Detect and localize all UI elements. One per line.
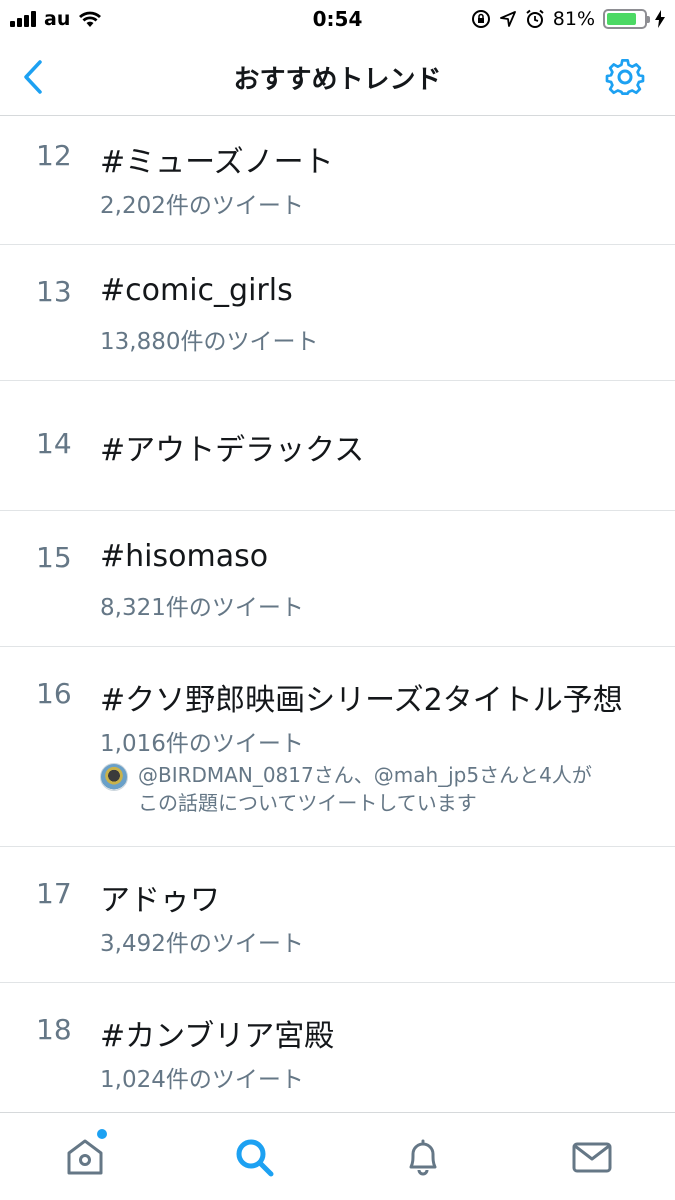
trend-tweet-count: 3,492件のツイート: [100, 931, 304, 957]
trend-rank: 12: [36, 139, 72, 172]
location-icon: [499, 11, 516, 27]
trend-name: #クソ野郎映画シリーズ2タイトル予想: [100, 683, 623, 718]
trend-rank: 13: [36, 275, 72, 308]
battery-icon: [603, 9, 650, 29]
trend-row[interactable]: 17 アドゥワ 3,492件のツイート: [0, 847, 675, 983]
battery-percent: 81%: [552, 8, 595, 30]
trend-rank: 15: [36, 541, 72, 574]
nav-bar: おすすめトレンド: [0, 38, 675, 116]
status-bar: au 0:54 81%: [0, 0, 675, 38]
trend-row[interactable]: 18 #カンブリア宮殿 1,024件のツイート: [0, 983, 675, 1111]
trend-tweet-count: 1,024件のツイート: [100, 1067, 304, 1093]
trend-rank: 16: [36, 677, 72, 710]
page-title: おすすめトレンド: [233, 65, 442, 95]
avatar: [100, 763, 128, 791]
tab-bar: [0, 1112, 675, 1200]
alarm-icon: [526, 9, 544, 28]
trend-name: アドゥワ: [100, 883, 220, 918]
trend-row[interactable]: 12 #ミューズノート 2,202件のツイート: [0, 117, 675, 245]
trend-row[interactable]: 15 #hisomaso 8,321件のツイート: [0, 511, 675, 647]
trend-social-context: @BIRDMAN_0817さん、@mah_jp5さんと4人が この話題についてツ…: [100, 761, 648, 817]
tab-search[interactable]: [232, 1135, 276, 1179]
trend-tweet-count: 8,321件のツイート: [100, 595, 304, 621]
home-icon: [67, 1139, 103, 1175]
trend-tweet-count: 13,880件のツイート: [100, 329, 319, 355]
trend-name: #comic_girls: [100, 273, 293, 308]
trend-row[interactable]: 14 #アウトデラックス: [0, 381, 675, 511]
orientation-lock-icon: [471, 10, 490, 28]
social-context-line: この話題についてツイートしています: [138, 791, 477, 815]
trend-row[interactable]: 13 #comic_girls 13,880件のツイート: [0, 245, 675, 381]
settings-button[interactable]: [605, 57, 645, 97]
trend-tweet-count: 1,016件のツイート: [100, 731, 304, 757]
status-right: 81%: [471, 6, 665, 32]
trend-tweet-count: 2,202件のツイート: [100, 193, 304, 219]
trend-name: #hisomaso: [100, 539, 269, 574]
search-icon: [236, 1139, 274, 1177]
trend-rank: 17: [36, 877, 72, 910]
social-context-text: @BIRDMAN_0817さん、@mah_jp5さんと4人が この話題についてツ…: [138, 761, 648, 817]
trend-rank: 18: [36, 1013, 72, 1046]
tab-home[interactable]: [63, 1129, 107, 1179]
trend-name: #ミューズノート: [100, 145, 334, 180]
bell-icon: [409, 1139, 437, 1176]
charging-icon: [655, 10, 665, 28]
trend-row[interactable]: 16 #クソ野郎映画シリーズ2タイトル予想 1,016件のツイート @BIRDM…: [0, 647, 675, 847]
tab-messages[interactable]: [570, 1135, 614, 1179]
gear-icon: [605, 58, 645, 96]
trend-rank: 14: [36, 427, 72, 460]
trend-list: 12 #ミューズノート 2,202件のツイート 13 #comic_girls …: [0, 117, 675, 1111]
tab-notifications[interactable]: [401, 1135, 445, 1179]
social-context-line: @BIRDMAN_0817さん、@mah_jp5さんと4人が: [138, 763, 592, 787]
trend-name: #カンブリア宮殿: [100, 1019, 335, 1054]
notification-dot: [97, 1129, 107, 1139]
battery-fill: [607, 13, 637, 25]
mail-icon: [572, 1142, 612, 1173]
trend-name: #アウトデラックス: [100, 433, 365, 468]
